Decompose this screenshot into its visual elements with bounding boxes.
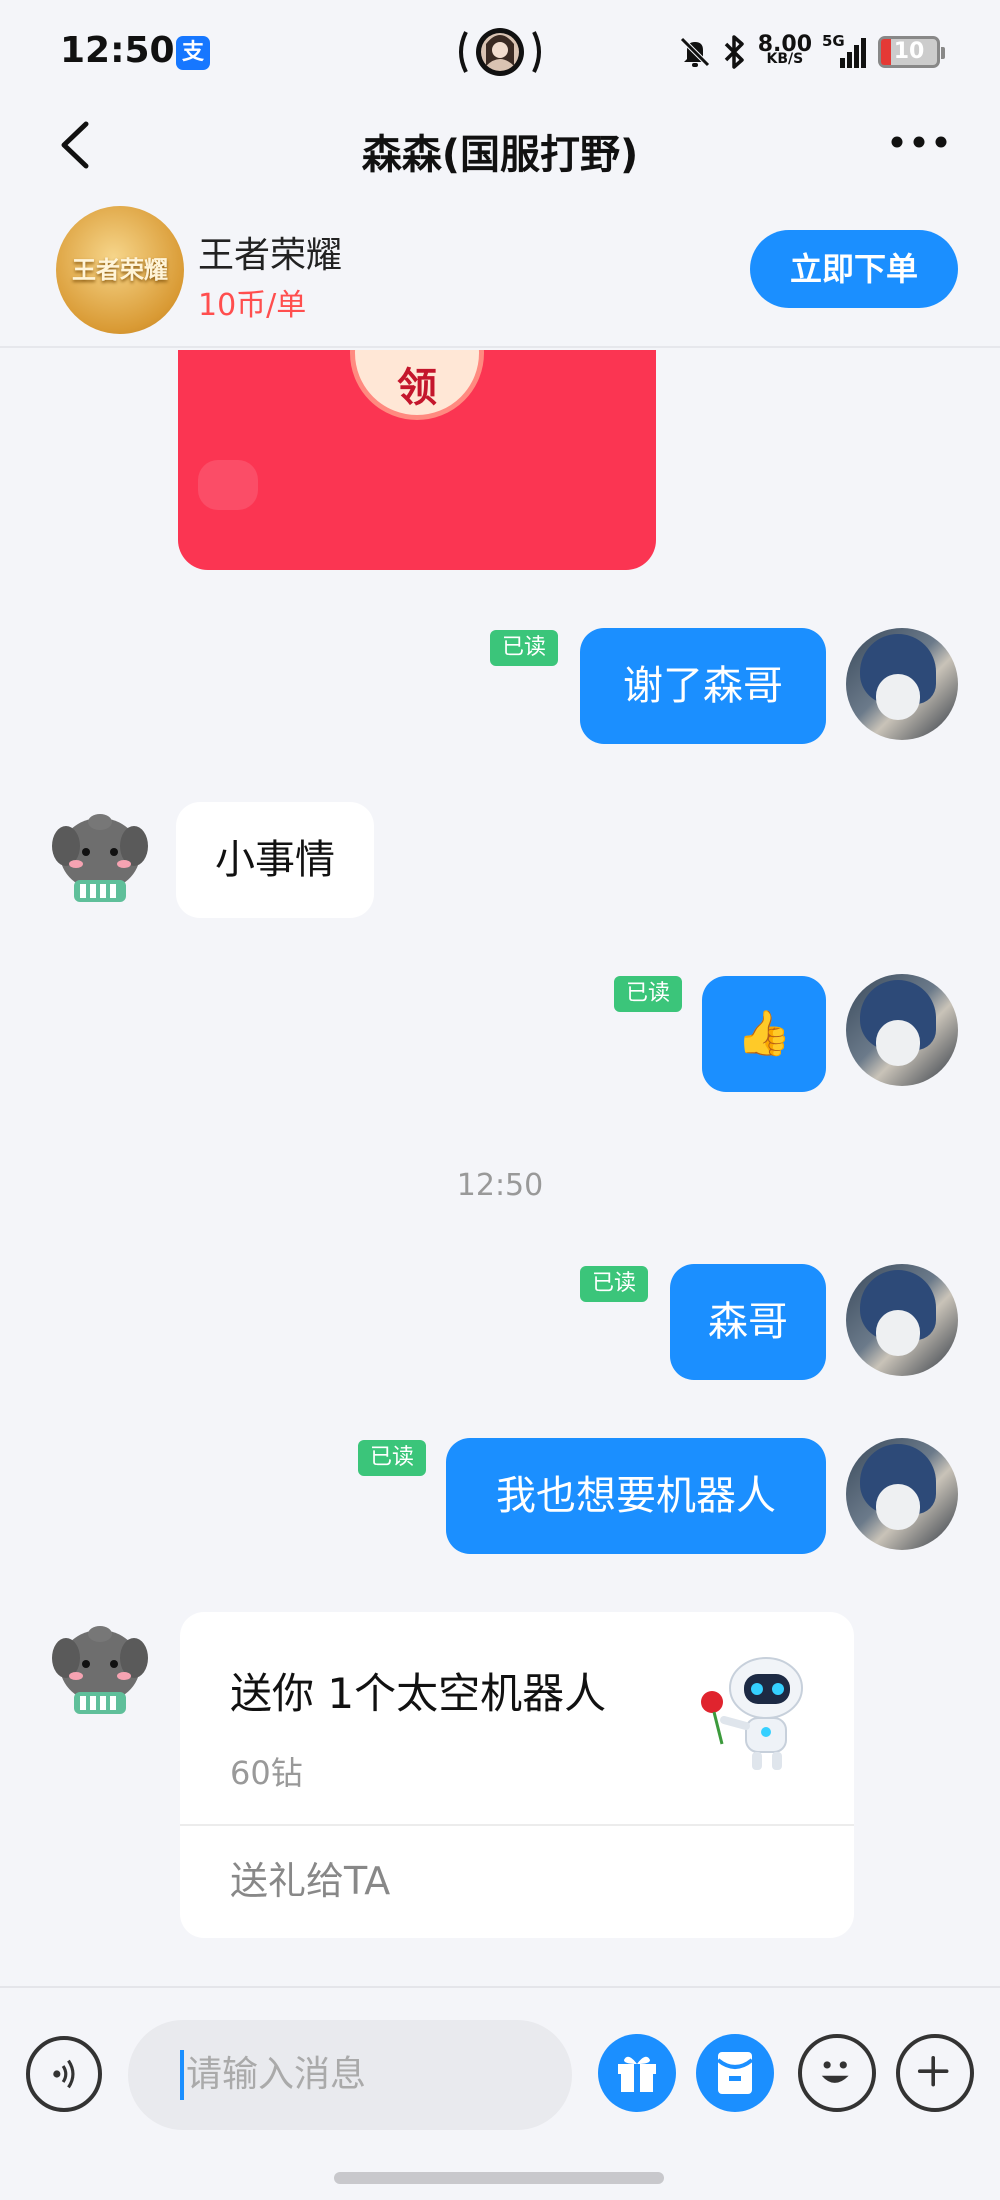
alipay-icon: 支 bbox=[176, 36, 210, 70]
gift-icon[interactable] bbox=[598, 2034, 676, 2112]
message-bubble-out[interactable]: 👍 bbox=[702, 976, 826, 1092]
message-input[interactable]: 请输入消息 bbox=[128, 2020, 572, 2130]
my-avatar[interactable] bbox=[846, 1264, 958, 1376]
bluetooth-icon bbox=[724, 35, 744, 69]
send-gift-link[interactable]: 送礼给TA bbox=[230, 1850, 390, 1905]
gift-title: 送你 1个太空机器人 bbox=[230, 1669, 607, 1718]
contact-avatar[interactable] bbox=[44, 1614, 156, 1726]
chat-timestamp: 12:50 bbox=[456, 1168, 544, 1203]
gift-price: 60钻 bbox=[230, 1754, 303, 1792]
red-envelope-decoration bbox=[198, 460, 258, 510]
net-speed: 8.00 KB/S bbox=[757, 32, 812, 67]
live-avatar-icon bbox=[459, 28, 541, 76]
red-envelope-message[interactable]: 领 bbox=[178, 350, 656, 570]
battery-icon: 10 bbox=[878, 36, 945, 68]
my-avatar[interactable] bbox=[846, 628, 958, 740]
emoji-icon[interactable] bbox=[798, 2034, 876, 2112]
input-bar: 请输入消息 bbox=[0, 1986, 1000, 2200]
voice-icon[interactable] bbox=[26, 2036, 102, 2112]
home-indicator[interactable] bbox=[334, 2172, 664, 2184]
text-caret bbox=[180, 2050, 184, 2100]
message-bubble-out[interactable]: 谢了森哥 bbox=[580, 628, 826, 744]
game-name: 王者荣耀 bbox=[198, 235, 343, 276]
message-bubble-out[interactable]: 森哥 bbox=[670, 1264, 826, 1380]
read-tag: 已读 bbox=[358, 1440, 426, 1476]
signal-icon: 5G bbox=[822, 32, 868, 70]
net-speed-value: 8.00 bbox=[757, 32, 812, 57]
claim-label: 领 bbox=[397, 365, 437, 411]
my-avatar[interactable] bbox=[846, 974, 958, 1086]
status-bar: 12:50 支 8.00 KB/S 5G 10 bbox=[0, 0, 1000, 100]
contact-avatar[interactable] bbox=[44, 802, 156, 914]
space-robot-icon bbox=[701, 1657, 803, 1770]
my-avatar[interactable] bbox=[846, 1438, 958, 1550]
game-logo: 王者荣耀 bbox=[56, 206, 184, 334]
gift-card[interactable]: 送你 1个太空机器人 60钻 送礼给TA bbox=[180, 1612, 854, 1938]
service-card: 王者荣耀 王者荣耀 10币/单 立即下单 bbox=[0, 188, 1000, 348]
service-price: 10币/单 bbox=[198, 288, 307, 323]
chat-title: 森森(国服打野) bbox=[361, 132, 639, 178]
message-bubble-in[interactable]: 小事情 bbox=[176, 802, 374, 918]
status-icons: 8.00 KB/S 5G 10 bbox=[678, 30, 945, 74]
claim-button[interactable]: 领 bbox=[350, 350, 484, 420]
gift-divider bbox=[180, 1824, 854, 1826]
read-tag: 已读 bbox=[614, 976, 682, 1012]
message-input-placeholder: 请输入消息 bbox=[186, 2054, 367, 2095]
status-time: 12:50 bbox=[60, 30, 175, 71]
nav-bar: 森森(国服打野) bbox=[0, 100, 1000, 188]
more-dots-icon[interactable] bbox=[884, 122, 954, 162]
mute-bell-icon bbox=[679, 37, 710, 67]
message-bubble-out[interactable]: 我也想要机器人 bbox=[446, 1438, 826, 1554]
order-now-button[interactable]: 立即下单 bbox=[750, 230, 958, 308]
plus-icon[interactable] bbox=[896, 2034, 974, 2112]
red-packet-icon[interactable] bbox=[696, 2034, 774, 2112]
read-tag: 已读 bbox=[580, 1266, 648, 1302]
read-tag: 已读 bbox=[490, 630, 558, 666]
game-logo-text: 王者荣耀 bbox=[72, 256, 168, 284]
battery-level: 10 bbox=[893, 39, 925, 64]
net-speed-unit: KB/S bbox=[766, 51, 804, 67]
